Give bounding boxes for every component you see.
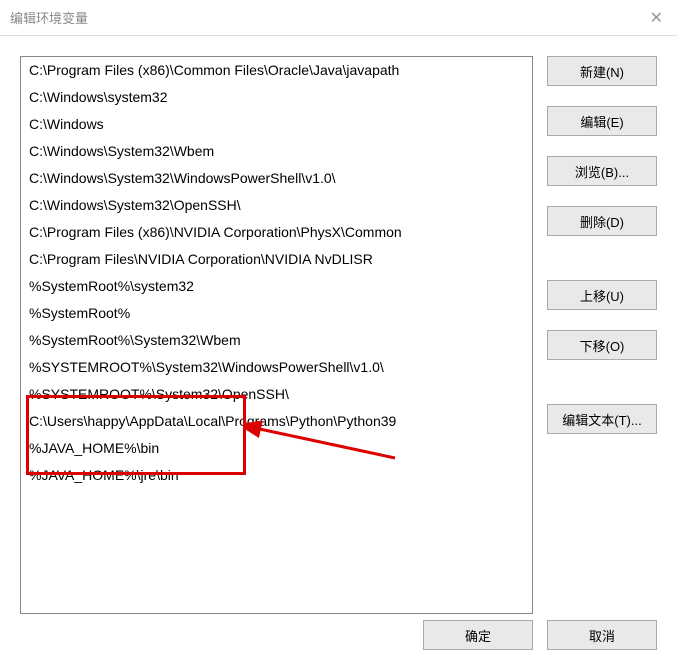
list-item[interactable]: C:\Windows — [21, 111, 532, 138]
movedown-button[interactable]: 下移(O) — [547, 330, 657, 360]
list-item[interactable]: C:\Program Files\NVIDIA Corporation\NVID… — [21, 246, 532, 273]
list-item[interactable]: C:\Windows\System32\WindowsPowerShell\v1… — [21, 165, 532, 192]
ok-button[interactable]: 确定 — [423, 620, 533, 650]
edit-button[interactable]: 编辑(E) — [547, 106, 657, 136]
list-item[interactable]: %SystemRoot%\System32\Wbem — [21, 327, 532, 354]
list-item[interactable]: C:\Users\happy\AppData\Local\Programs\Py… — [21, 408, 532, 435]
window-title: 编辑环境变量 — [10, 8, 88, 27]
list-item[interactable]: %SYSTEMROOT%\System32\WindowsPowerShell\… — [21, 354, 532, 381]
list-item[interactable]: %JAVA_HOME%\jre\bin — [21, 462, 532, 489]
list-item[interactable]: C:\Program Files (x86)\NVIDIA Corporatio… — [21, 219, 532, 246]
titlebar: 编辑环境变量 ✕ — [0, 0, 677, 36]
list-item[interactable]: %SYSTEMROOT%\System32\OpenSSH\ — [21, 381, 532, 408]
dialog-footer: 确定 取消 — [423, 620, 657, 650]
path-listbox[interactable]: C:\Program Files (x86)\Common Files\Orac… — [20, 56, 533, 614]
moveup-button[interactable]: 上移(U) — [547, 280, 657, 310]
new-button[interactable]: 新建(N) — [547, 56, 657, 86]
browse-button[interactable]: 浏览(B)... — [547, 156, 657, 186]
list-item[interactable]: %JAVA_HOME%\bin — [21, 435, 532, 462]
list-item[interactable]: C:\Windows\system32 — [21, 84, 532, 111]
list-item[interactable]: %SystemRoot%\system32 — [21, 273, 532, 300]
delete-button[interactable]: 删除(D) — [547, 206, 657, 236]
list-item[interactable]: C:\Windows\System32\OpenSSH\ — [21, 192, 532, 219]
button-sidebar: 新建(N) 编辑(E) 浏览(B)... 删除(D) 上移(U) 下移(O) 编… — [547, 56, 657, 614]
edittext-button[interactable]: 编辑文本(T)... — [547, 404, 657, 434]
cancel-button[interactable]: 取消 — [547, 620, 657, 650]
list-item[interactable]: C:\Windows\System32\Wbem — [21, 138, 532, 165]
close-icon[interactable]: ✕ — [650, 8, 663, 28]
list-item[interactable]: %SystemRoot% — [21, 300, 532, 327]
list-item[interactable]: C:\Program Files (x86)\Common Files\Orac… — [21, 57, 532, 84]
